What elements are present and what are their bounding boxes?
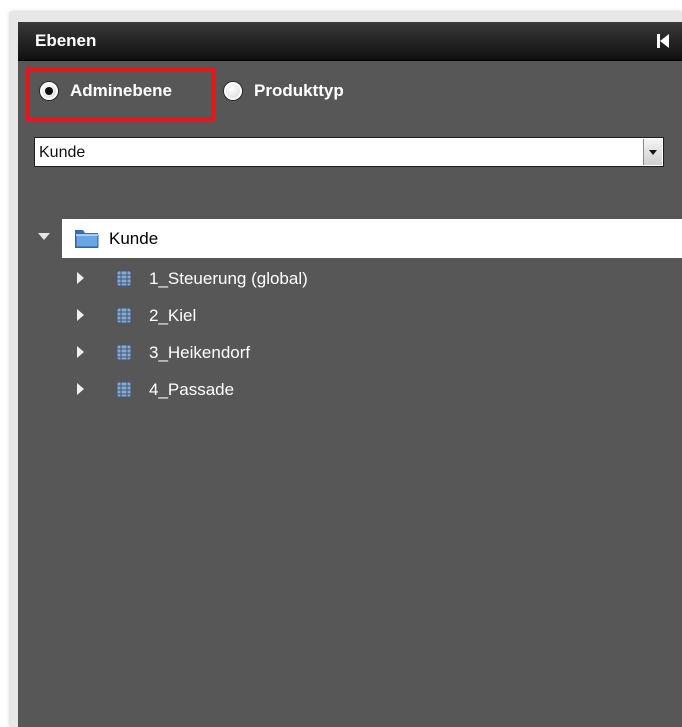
tree-item[interactable]: 2_Kiel [34, 297, 674, 334]
tree-item[interactable]: 3_Heikendorf [34, 334, 674, 371]
tree-item[interactable]: 1_Steuerung (global) [34, 260, 674, 297]
radio-adminebene-button[interactable] [40, 82, 58, 100]
layers-panel: Ebenen Adminebene Produkttyp Kunde Kunde… [18, 22, 682, 727]
level-select-value: Kunde [39, 144, 86, 161]
expand-right-icon[interactable] [77, 346, 84, 358]
expand-right-icon[interactable] [77, 272, 84, 284]
tree-item-label: 1_Steuerung (global) [149, 269, 308, 288]
tree-item[interactable]: 4_Passade [34, 371, 674, 408]
collapse-left-icon[interactable] [652, 31, 674, 51]
panel-titlebar: Ebenen [18, 22, 682, 61]
radio-produkttyp[interactable]: Produkttyp [224, 74, 344, 108]
database-icon [115, 306, 133, 325]
radio-adminebene[interactable]: Adminebene [40, 74, 172, 108]
tree-item-label: 4_Passade [149, 380, 235, 399]
expand-right-icon[interactable] [77, 309, 84, 321]
folder-icon [74, 226, 100, 250]
database-icon [115, 343, 133, 362]
panel-title: Ebenen [35, 31, 97, 50]
tree-root-row[interactable]: Kunde [34, 219, 682, 258]
tree-item-label: 2_Kiel [149, 306, 197, 325]
radio-adminebene-label: Adminebene [70, 81, 173, 100]
database-icon [115, 269, 133, 288]
radio-produkttyp-label: Produkttyp [254, 81, 344, 100]
expand-right-icon[interactable] [77, 383, 84, 395]
radio-produkttyp-button[interactable] [224, 82, 242, 100]
database-icon [115, 380, 133, 399]
tree-root-label: Kunde [109, 229, 159, 248]
chevron-down-icon[interactable] [643, 139, 662, 165]
tree-item-label: 3_Heikendorf [149, 343, 251, 362]
expand-down-icon[interactable] [38, 233, 50, 240]
level-select[interactable]: Kunde [34, 137, 664, 167]
